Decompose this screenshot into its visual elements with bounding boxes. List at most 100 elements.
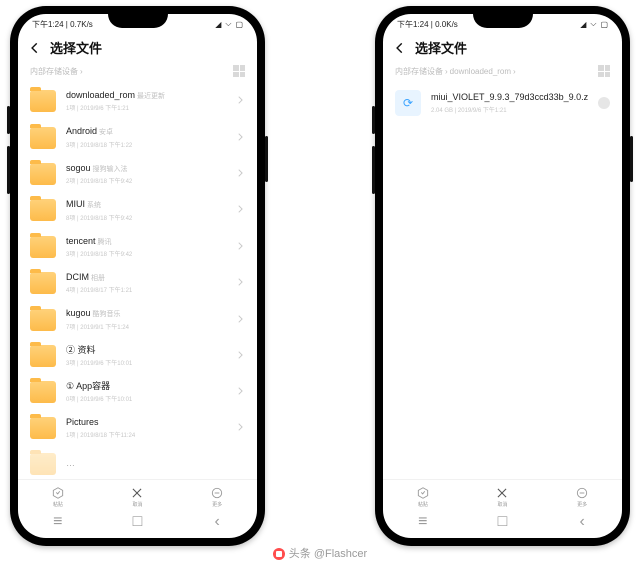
folder-icon — [30, 381, 56, 403]
battery-icon: ▢ — [235, 20, 243, 29]
chevron-right-icon — [235, 201, 245, 219]
folder-icon — [30, 163, 56, 185]
chevron-right-icon: › — [80, 67, 83, 76]
more-button[interactable]: 更多 — [575, 486, 589, 508]
list-item[interactable]: ② 资料 3项 | 2019/9/6 下午10:01 — [30, 338, 245, 374]
chevron-right-icon — [235, 238, 245, 256]
chevron-right-icon — [235, 347, 245, 365]
list-item[interactable]: … — [30, 446, 245, 479]
toutiao-logo-icon — [273, 548, 285, 560]
folder-meta: 2项 | 2019/8/18 下午9:42 — [66, 176, 225, 185]
nav-menu[interactable]: ≡ — [415, 514, 431, 530]
file-name: miui_VIOLET_9.9.3_79d3ccd33b_9.0.zip — [431, 92, 588, 103]
chevron-right-icon — [235, 383, 245, 401]
breadcrumb[interactable]: 内部存储设备 › downloaded_rom › — [395, 66, 516, 77]
chevron-right-icon — [235, 92, 245, 110]
cancel-button[interactable]: 取消 — [130, 486, 144, 508]
chevron-right-icon — [235, 311, 245, 329]
status-net: 0.7K/s — [70, 20, 93, 29]
list-item[interactable]: kugou 酷狗音乐 7项 | 2019/9/1 下午1:24 — [30, 301, 245, 337]
folder-name: ① App容器 — [66, 381, 110, 392]
nav-back[interactable]: ‹ — [209, 514, 225, 530]
folder-name: Android — [66, 126, 97, 137]
list-item[interactable]: MIUI 系统8项 | 2019/8/18 下午9:42 — [30, 192, 245, 228]
folder-sub: 安卓 — [99, 129, 113, 137]
breadcrumb-child: downloaded_rom — [450, 67, 511, 76]
folder-meta: 3项 | 2019/8/18 下午1:22 — [66, 140, 225, 149]
folder-meta: 7项 | 2019/9/1 下午1:24 — [66, 322, 225, 331]
folder-name: downloaded_rom — [66, 90, 135, 101]
status-time: 下午1:24 — [397, 20, 429, 29]
chevron-right-icon — [235, 274, 245, 292]
watermark: 头条 @Flashcer — [0, 545, 640, 561]
folder-name: DCIM — [66, 272, 89, 283]
chevron-right-icon — [235, 419, 245, 437]
folder-meta: 1项 | 2019/8/18 下午11:24 — [66, 430, 225, 439]
phone-left: 下午1:24 | 0.7K/s ◢ ⌵ ▢ 选择文件 内部存储设备 › — [10, 6, 265, 546]
chevron-right-icon — [235, 165, 245, 183]
list-item[interactable]: ① App容器0项 | 2019/9/6 下午10:01 — [30, 374, 245, 410]
grid-view-icon[interactable] — [233, 65, 245, 77]
folder-name: tencent — [66, 236, 96, 247]
signal-icon: ◢ — [580, 20, 586, 29]
folder-sub: 酷狗音乐 — [93, 311, 121, 319]
folder-icon — [30, 345, 56, 367]
folder-icon — [30, 236, 56, 258]
list-item[interactable]: ⟳ miui_VIOLET_9.9.3_79d3ccd33b_9.0.zip 2… — [395, 83, 610, 123]
bottom-toolbar: 粘贴 取消 更多 — [383, 479, 622, 510]
chevron-right-icon: › — [513, 67, 516, 76]
chevron-right-icon: › — [445, 67, 448, 76]
folder-meta: 3项 | 2019/9/6 下午10:01 — [66, 358, 225, 367]
paste-button[interactable]: 粘贴 — [416, 486, 430, 508]
folder-meta: 3项 | 2019/8/18 下午9:42 — [66, 249, 225, 258]
list-item[interactable]: tencent 腾讯3项 | 2019/8/18 下午9:42 — [30, 229, 245, 265]
breadcrumb-root: 内部存储设备 — [30, 66, 78, 77]
back-icon[interactable] — [393, 41, 407, 55]
folder-icon — [30, 272, 56, 294]
file-list: ⟳ miui_VIOLET_9.9.3_79d3ccd33b_9.0.zip 2… — [383, 83, 622, 479]
list-item[interactable]: DCIM 相册 4项 | 2019/8/17 下午1:21 — [30, 265, 245, 301]
folder-icon — [30, 309, 56, 331]
folder-name: kugou — [66, 308, 91, 319]
nav-home[interactable]: □ — [129, 514, 145, 530]
nav-menu[interactable]: ≡ — [50, 514, 66, 530]
breadcrumb[interactable]: 内部存储设备 › — [30, 66, 83, 77]
folder-sub: 相册 — [91, 275, 105, 283]
chevron-right-icon — [235, 129, 245, 147]
wifi-icon: ⌵ — [590, 19, 596, 29]
nav-home[interactable]: □ — [494, 514, 510, 530]
list-item[interactable]: sogou 搜狗输入法2项 | 2019/8/18 下午9:42 — [30, 156, 245, 192]
radio-unselected[interactable] — [598, 97, 610, 109]
status-net: 0.0K/s — [435, 20, 458, 29]
back-icon[interactable] — [28, 41, 42, 55]
notch — [108, 14, 168, 28]
list-item[interactable]: downloaded_rom 最近更新 1项 | 2019/9/6 下午1:21 — [30, 83, 245, 119]
folder-meta: 4项 | 2019/8/17 下午1:21 — [66, 285, 225, 294]
more-button[interactable]: 更多 — [210, 486, 224, 508]
folder-meta: 8项 | 2019/8/18 下午9:42 — [66, 213, 225, 222]
android-navbar: ≡ □ ‹ — [18, 510, 257, 538]
folder-icon — [30, 90, 56, 112]
signal-icon: ◢ — [215, 20, 221, 29]
list-item[interactable]: Android 安卓 3项 | 2019/8/18 下午1:22 — [30, 119, 245, 155]
folder-name: … — [66, 458, 75, 469]
folder-name: Pictures — [66, 417, 99, 428]
grid-view-icon[interactable] — [598, 65, 610, 77]
status-time: 下午1:24 — [32, 20, 64, 29]
folder-icon — [30, 453, 56, 475]
list-item[interactable]: Pictures 1项 | 2019/8/18 下午11:24 — [30, 410, 245, 446]
breadcrumb-root: 内部存储设备 — [395, 66, 443, 77]
folder-icon — [30, 199, 56, 221]
folder-sub: 最近更新 — [137, 93, 165, 101]
cancel-button[interactable]: 取消 — [495, 486, 509, 508]
zip-icon: ⟳ — [395, 90, 421, 116]
folder-sub: 搜狗输入法 — [93, 166, 128, 174]
folder-name: MIUI — [66, 199, 85, 210]
phone-right: 下午1:24 | 0.0K/s ◢ ⌵ ▢ 选择文件 内部存储设备 › down… — [375, 6, 630, 546]
paste-button[interactable]: 粘贴 — [51, 486, 65, 508]
wifi-icon: ⌵ — [225, 19, 231, 29]
nav-back[interactable]: ‹ — [574, 514, 590, 530]
notch — [473, 14, 533, 28]
folder-meta: 1项 | 2019/9/6 下午1:21 — [66, 103, 225, 112]
folder-name: ② 资料 — [66, 345, 96, 356]
